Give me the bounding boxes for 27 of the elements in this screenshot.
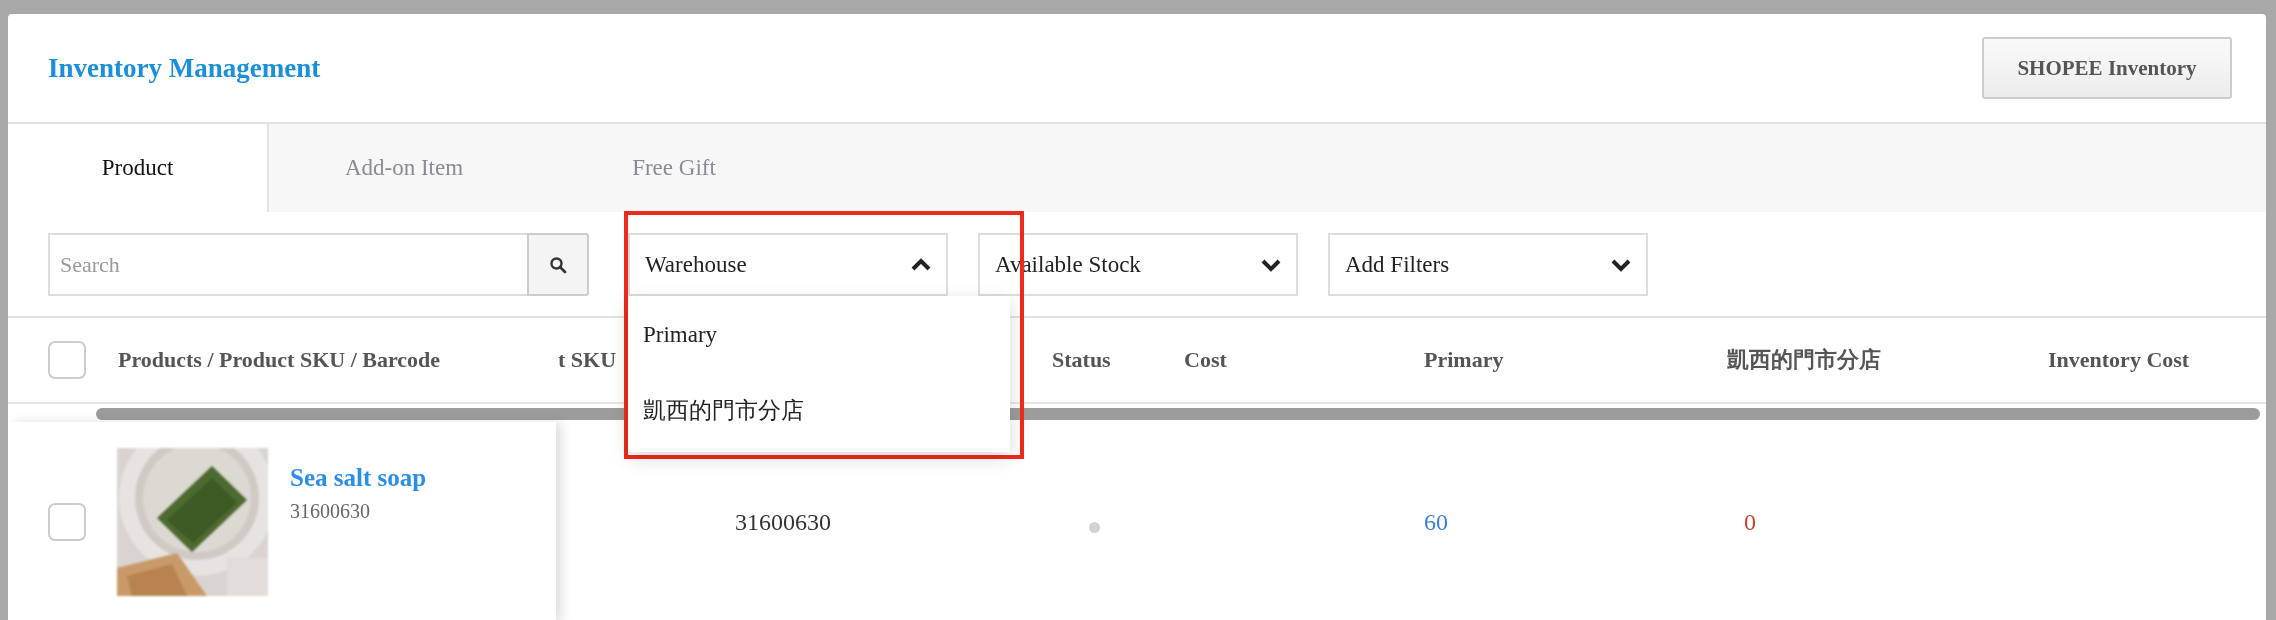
dropdown[interactable]: Add Filters bbox=[1328, 233, 1648, 296]
column-header: 凱西的門市分店 bbox=[1727, 346, 1881, 374]
menu-option[interactable]: 凱西的門市分店 bbox=[628, 395, 1010, 427]
column-header: Cost bbox=[1184, 347, 1227, 373]
chevron-down-icon bbox=[1260, 257, 1282, 272]
column-header: Primary bbox=[1424, 347, 1504, 373]
status-dot bbox=[1089, 521, 1100, 533]
column-header: Status bbox=[1052, 347, 1111, 373]
page-title: Inventory Management bbox=[48, 52, 321, 84]
checkbox[interactable] bbox=[48, 503, 86, 541]
search-field[interactable]: Search bbox=[48, 233, 527, 296]
dropdown[interactable]: Warehouse bbox=[628, 233, 948, 296]
search-button[interactable] bbox=[527, 233, 589, 296]
menu-option[interactable]: Primary bbox=[628, 321, 1010, 348]
column-header: t SKU bbox=[558, 347, 617, 373]
tab[interactable]: Product bbox=[8, 124, 269, 212]
shopee-inventory-button[interactable]: SHOPEE Inventory bbox=[1982, 37, 2232, 99]
checkbox[interactable] bbox=[48, 341, 86, 379]
column-header: Inventory Cost bbox=[2048, 347, 2190, 373]
stock-count: 60 bbox=[1424, 508, 1448, 536]
chevron-up-icon bbox=[910, 257, 932, 272]
stock-count: 0 bbox=[1744, 508, 1756, 536]
search-icon bbox=[549, 255, 567, 274]
product-sku: 31600630 bbox=[290, 500, 371, 523]
sku-text: 31600630 bbox=[735, 508, 831, 536]
column-header: Products / Product SKU / Barcode bbox=[118, 347, 441, 373]
chevron-down-icon bbox=[1610, 257, 1632, 272]
